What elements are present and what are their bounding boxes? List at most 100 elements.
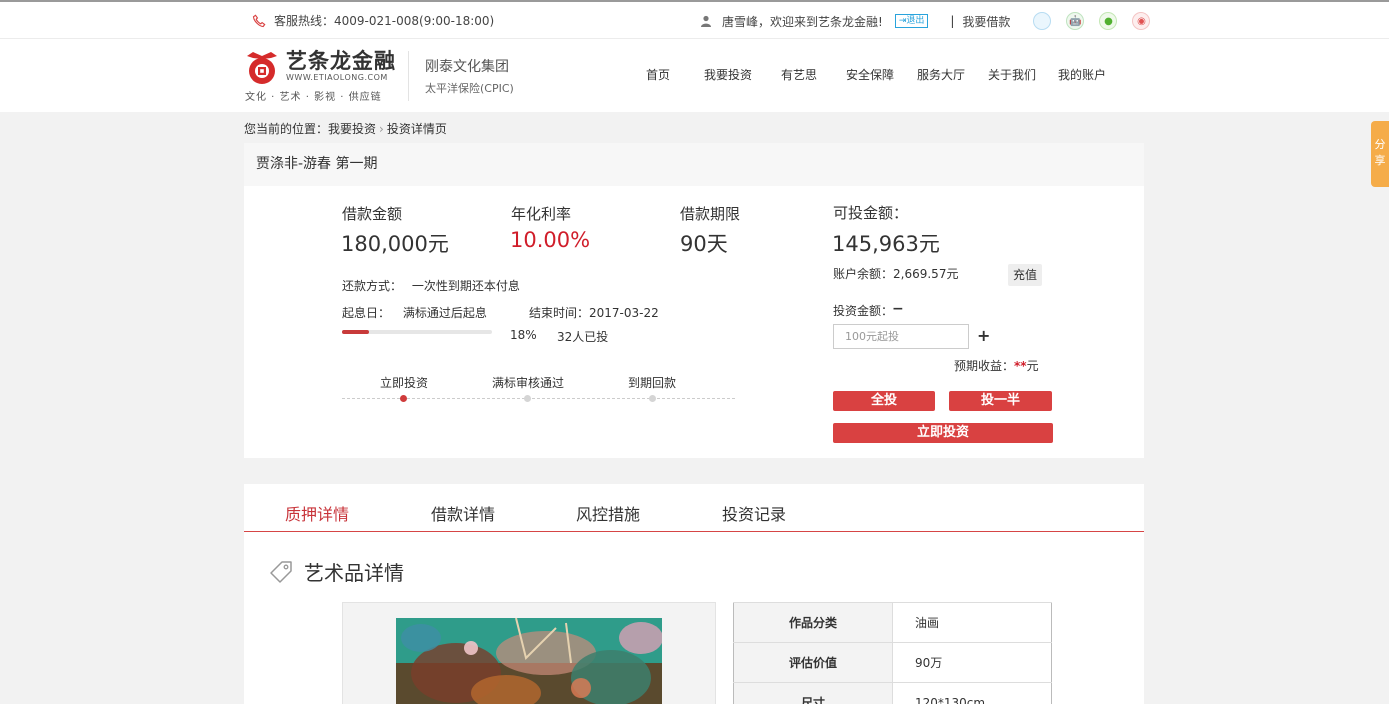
nav-service[interactable]: 服务大厅: [917, 66, 965, 83]
start-label: 起息日：: [342, 306, 391, 320]
step-repay: 到期回款: [628, 376, 677, 390]
step-dot-1: [400, 395, 407, 402]
breadcrumb-prefix: 您当前的位置：: [244, 122, 329, 136]
expected-return: 预期收益：**元: [954, 357, 1039, 374]
header-divider: [408, 51, 409, 101]
logout-button[interactable]: ⇥ 退出: [894, 14, 929, 28]
nav-security[interactable]: 安全保障: [846, 66, 894, 83]
chevron-right-icon: ›: [379, 122, 384, 136]
product-title: 贾涤非-游春 第一期: [244, 143, 1144, 186]
apple-icon[interactable]: [1033, 12, 1052, 30]
share-char-2: 享: [1374, 154, 1386, 167]
balance-value: 2,669.57元: [893, 267, 959, 281]
table-row: 作品分类 油画: [733, 602, 1052, 643]
spec-key: 尺寸: [733, 682, 893, 704]
site-logo[interactable]: 艺条龙金融 WWW.ETIAOLONG.COM 文化 · 艺术 · 影视 · 供…: [244, 48, 396, 104]
available-label: 可投金额：: [833, 204, 909, 222]
share-tab[interactable]: 分 享: [1371, 121, 1389, 187]
start-date: 起息日： 满标通过后起息: [342, 304, 487, 321]
table-row: 评估价值 90万: [733, 642, 1052, 683]
borrow-link[interactable]: 我要借款: [962, 13, 1010, 30]
hotline-text: 客服热线：4009-021-008(9:00-18:00): [274, 14, 495, 28]
logout-label: 退出: [906, 16, 925, 26]
logo-text-en: WWW.ETIAOLONG.COM: [286, 73, 388, 82]
breadcrumb-current: 投资详情页: [386, 122, 447, 136]
repay-method: 还款方式： 一次性到期还本付息: [342, 277, 520, 294]
table-row: 尺寸 120*130cm: [733, 682, 1052, 704]
step-dot-2: [524, 395, 531, 402]
phone-icon: [252, 14, 266, 27]
spec-value: 90万: [892, 642, 1052, 683]
step-invest: 立即投资: [380, 376, 429, 390]
investor-count: 32人已投: [557, 330, 609, 344]
breadcrumb: 您当前的位置：我要投资 › 投资详情页: [244, 120, 447, 137]
term-value: 90天: [680, 232, 728, 256]
tag-icon: [270, 560, 292, 583]
repay-label: 还款方式：: [342, 279, 403, 293]
nav-home[interactable]: 首页: [646, 66, 670, 83]
artwork-painting[interactable]: [396, 618, 662, 704]
detail-tabs: 质押详情 借款详情 风控措施 投资记录: [244, 484, 1144, 532]
spec-value: 油画: [892, 602, 1052, 643]
artwork-image-frame: [342, 602, 716, 704]
nav-yiyisi[interactable]: 有艺思: [781, 66, 817, 83]
weibo-icon[interactable]: ◉: [1132, 12, 1151, 30]
progress-percent: 18%: [510, 328, 537, 342]
artwork-heading: 艺术品详情: [268, 557, 404, 586]
loan-amount-value: 180,000元: [341, 232, 449, 256]
share-char-1: 分: [1374, 138, 1386, 151]
tab-records[interactable]: 投资记录: [722, 501, 786, 525]
artwork-heading-text: 艺术品详情: [304, 561, 404, 585]
amount-input[interactable]: 100元起投: [833, 324, 969, 349]
spec-value: 120*130cm: [892, 682, 1052, 704]
rate-value: 10.00%: [510, 228, 591, 252]
minus-button[interactable]: −: [892, 301, 904, 317]
available-value: 145,963元: [832, 232, 940, 256]
logo-tagline: 文化 · 艺术 · 影视 · 供应链: [245, 92, 382, 103]
tab-collateral[interactable]: 质押详情: [285, 501, 349, 525]
product-card: 贾涤非-游春 第一期 借款金额 180,000元 年化利率 10.00% 借款期…: [244, 143, 1144, 458]
progress-fill: [342, 330, 369, 334]
partner-line-2: 太平洋保险(CPIC): [425, 82, 514, 95]
partner-info: 刚泰文化集团 太平洋保险(CPIC): [425, 56, 514, 96]
top-bar: 客服热线：4009-021-008(9:00-18:00) 唐雪峰，欢迎来到艺条…: [0, 0, 1389, 39]
spec-key: 评估价值: [733, 642, 893, 683]
tab-loan[interactable]: 借款详情: [431, 501, 495, 525]
loan-amount-label: 借款金额: [342, 205, 403, 223]
step-dot-3: [649, 395, 656, 402]
wechat-icon[interactable]: ●: [1099, 12, 1118, 30]
android-icon[interactable]: 🤖: [1066, 12, 1085, 30]
artwork-spec-table: 作品分类 油画 评估价值 90万 尺寸 120*130cm: [733, 602, 1052, 704]
recharge-button[interactable]: 充值: [1008, 264, 1042, 286]
term-label: 借款期限: [680, 205, 741, 223]
user-icon: [701, 15, 711, 27]
repay-value: 一次性到期还本付息: [411, 279, 520, 293]
partner-line-1: 刚泰文化集团: [425, 59, 509, 75]
tab-risk[interactable]: 风控措施: [576, 501, 640, 525]
end-value: 2017-03-22: [589, 306, 659, 320]
breadcrumb-invest[interactable]: 我要投资: [328, 122, 376, 136]
rate-label: 年化利率: [511, 205, 572, 223]
logo-text-cn: 艺条龙金融: [286, 48, 396, 73]
spec-key: 作品分类: [733, 602, 893, 643]
invest-now-button[interactable]: 立即投资: [833, 423, 1053, 443]
balance-label: 账户余额：: [833, 267, 894, 281]
end-label: 结束时间：: [529, 306, 590, 320]
nav-about[interactable]: 关于我们: [988, 66, 1036, 83]
invest-all-button[interactable]: 全投: [833, 391, 935, 411]
expected-value: **: [1014, 359, 1027, 373]
invest-half-button[interactable]: 投一半: [949, 391, 1052, 411]
start-value: 满标通过后起息: [402, 306, 487, 320]
nav-invest[interactable]: 我要投资: [704, 66, 752, 83]
divider: |: [950, 14, 955, 28]
artwork-detail: 艺术品详情 作品分类 油画 评估价值 90万 尺寸 120*130cm: [244, 532, 1144, 704]
welcome-text: 唐雪峰，欢迎来到艺条龙金融!: [722, 14, 883, 29]
progress-bar: [342, 330, 492, 334]
plus-button[interactable]: +: [977, 326, 990, 345]
hotline: 客服热线：4009-021-008(9:00-18:00): [252, 12, 494, 29]
logout-icon: ⇥: [898, 16, 907, 26]
amount-label: 投资金额：: [833, 304, 894, 318]
logo-mark-icon: [247, 52, 277, 84]
nav-account[interactable]: 我的账户: [1058, 66, 1106, 83]
step-review: 满标审核通过: [492, 376, 565, 390]
